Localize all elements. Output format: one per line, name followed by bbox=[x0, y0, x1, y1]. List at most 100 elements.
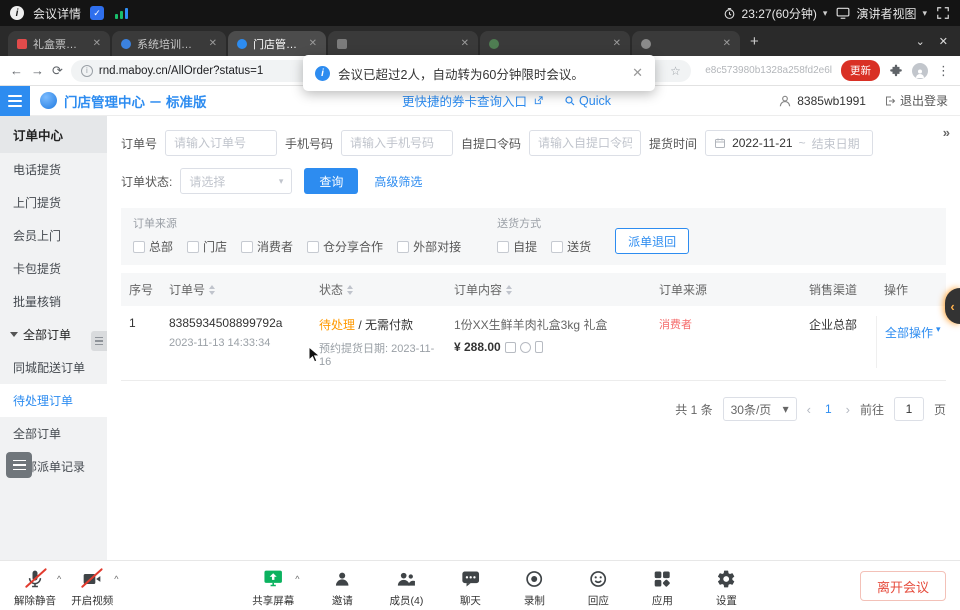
sidebar-item-batch-verify[interactable]: 批量核销 bbox=[0, 285, 107, 318]
timer-caret-icon[interactable]: ▾ bbox=[823, 8, 828, 19]
share-screen-button[interactable]: 共享屏幕 bbox=[252, 567, 294, 608]
checkbox-icon[interactable] bbox=[187, 241, 199, 253]
tab-close-icon[interactable]: ✕ bbox=[309, 38, 317, 49]
date-range-picker[interactable]: 2022-11-21 ~ 结束日期 bbox=[705, 130, 873, 156]
sort-icon[interactable] bbox=[506, 285, 512, 295]
checkbox-icon[interactable] bbox=[551, 241, 563, 253]
logout-button[interactable]: 退出登录 bbox=[884, 92, 948, 109]
invite-button[interactable]: 邀请 bbox=[321, 567, 363, 608]
checkbox-icon[interactable] bbox=[397, 241, 409, 253]
browser-tab[interactable]: ✕ bbox=[480, 31, 630, 56]
checkbox-external[interactable]: 外部对接 bbox=[397, 238, 461, 255]
checkbox-warehouse-share[interactable]: 仓分享合作 bbox=[307, 238, 383, 255]
sort-icon[interactable] bbox=[209, 285, 215, 295]
checkbox-self-pickup[interactable]: 自提 bbox=[497, 238, 537, 255]
prev-page-icon[interactable]: ‹ bbox=[807, 402, 811, 417]
tab-close-icon[interactable]: ✕ bbox=[209, 38, 217, 49]
browser-tab[interactable]: 礼盒票券平台管理中心 ✕ bbox=[8, 31, 110, 56]
video-options-caret-icon[interactable]: ^ bbox=[114, 574, 118, 584]
tab-close-icon[interactable]: ✕ bbox=[613, 38, 621, 49]
checkbox-icon[interactable] bbox=[497, 241, 509, 253]
view-caret-icon[interactable]: ▾ bbox=[922, 8, 927, 19]
tab-close-icon[interactable]: ✕ bbox=[93, 38, 101, 49]
chat-button[interactable]: 聊天 bbox=[449, 567, 491, 608]
window-minimize-icon[interactable]: ⌄ bbox=[916, 35, 925, 48]
sidebar-subitem-all-orders[interactable]: 全部订单 bbox=[0, 417, 107, 450]
chrome-update-button[interactable]: 更新 bbox=[841, 60, 880, 81]
sidebar-list-button[interactable] bbox=[6, 452, 32, 478]
checkbox-delivery[interactable]: 送货 bbox=[551, 238, 591, 255]
site-info-icon[interactable]: i bbox=[81, 65, 93, 77]
order-status-select[interactable]: 请选择 ▾ bbox=[180, 168, 292, 194]
bookmark-star-icon[interactable]: ☆ bbox=[670, 64, 681, 78]
checkbox-icon[interactable] bbox=[133, 241, 145, 253]
order-no-input[interactable] bbox=[165, 130, 277, 156]
tab-close-icon[interactable]: ✕ bbox=[723, 38, 731, 49]
sidebar-item-member-visit[interactable]: 会员上门 bbox=[0, 219, 107, 252]
browser-profile-avatar[interactable] bbox=[912, 63, 928, 79]
page-size-select[interactable]: 30条/页 ▾ bbox=[723, 397, 797, 421]
code-input[interactable] bbox=[529, 130, 641, 156]
checkbox-store[interactable]: 门店 bbox=[187, 238, 227, 255]
current-page[interactable]: 1 bbox=[821, 402, 836, 416]
checkbox-icon[interactable] bbox=[307, 241, 319, 253]
meeting-timer[interactable]: 23:27(60分钟) ▾ bbox=[723, 5, 828, 22]
fullscreen-icon[interactable] bbox=[936, 6, 950, 20]
back-icon[interactable]: ← bbox=[10, 63, 23, 78]
goto-page-input[interactable] bbox=[894, 397, 924, 421]
members-button[interactable]: 成员(4) bbox=[385, 567, 427, 608]
unmute-button[interactable]: 解除静音 bbox=[14, 567, 56, 608]
all-actions-dropdown[interactable]: 全部操作 bbox=[885, 324, 933, 341]
tab-close-icon[interactable]: ✕ bbox=[461, 38, 469, 49]
emoji-icon[interactable] bbox=[520, 342, 531, 353]
extensions-puzzle-icon[interactable] bbox=[889, 64, 903, 78]
checkbox-hq[interactable]: 总部 bbox=[133, 238, 173, 255]
leave-meeting-button[interactable]: 离开会议 bbox=[860, 571, 946, 601]
phone-input[interactable] bbox=[341, 130, 453, 156]
panel-collapse-icon[interactable]: » bbox=[943, 125, 950, 140]
user-account[interactable]: 8385wb1991 bbox=[778, 94, 866, 108]
checkbox-icon[interactable] bbox=[241, 241, 253, 253]
browser-tab[interactable]: ✕ bbox=[328, 31, 478, 56]
quick-entry-link[interactable]: 更快捷的券卡查询入口 bbox=[402, 91, 527, 110]
col-order-no[interactable]: 订单号 bbox=[161, 281, 311, 298]
settings-button[interactable]: 设置 bbox=[705, 567, 747, 608]
next-page-icon[interactable]: › bbox=[846, 402, 850, 417]
network-signal-icon[interactable] bbox=[115, 7, 128, 19]
meeting-info-icon[interactable]: i bbox=[10, 6, 24, 20]
quick-search-link[interactable]: Quick bbox=[564, 94, 611, 108]
dispatch-return-button[interactable]: 派单退回 bbox=[615, 228, 689, 254]
browser-tab[interactable]: 系统培训学习 ✕ bbox=[112, 31, 226, 56]
table-row[interactable]: 1 8385934508899792a 2023-11-13 14:33:34 … bbox=[121, 306, 946, 381]
device-icon[interactable] bbox=[535, 341, 543, 353]
hamburger-menu-button[interactable] bbox=[0, 86, 30, 116]
forward-icon[interactable]: → bbox=[31, 63, 44, 78]
view-switcher[interactable]: 演讲者视图 ▾ bbox=[836, 5, 927, 22]
cell-action[interactable]: 全部操作 ▾ bbox=[876, 316, 946, 368]
checkbox-consumer[interactable]: 消费者 bbox=[241, 238, 293, 255]
search-button[interactable]: 查询 bbox=[304, 168, 358, 194]
sidebar-subitem-city-delivery[interactable]: 同城配送订单 bbox=[0, 351, 107, 384]
browser-menu-icon[interactable]: ⋮ bbox=[937, 63, 950, 79]
meeting-details-label[interactable]: 会议详情 bbox=[33, 5, 81, 22]
sidebar-collapse-handle[interactable] bbox=[91, 331, 107, 351]
col-status[interactable]: 状态 bbox=[311, 281, 446, 298]
sidebar-item-card-pickup[interactable]: 卡包提货 bbox=[0, 252, 107, 285]
note-icon[interactable] bbox=[505, 342, 516, 353]
col-content[interactable]: 订单内容 bbox=[446, 281, 651, 298]
sidebar-subitem-pending-orders[interactable]: 待处理订单 bbox=[0, 384, 107, 417]
reload-icon[interactable]: ⟳ bbox=[52, 63, 63, 79]
external-link-icon[interactable] bbox=[533, 95, 544, 106]
record-button[interactable]: 录制 bbox=[513, 567, 555, 608]
start-video-button[interactable]: 开启视频 bbox=[71, 567, 113, 608]
browser-tab[interactable]: ✕ bbox=[632, 31, 740, 56]
mic-options-caret-icon[interactable]: ^ bbox=[57, 574, 61, 584]
advanced-filter-link[interactable]: 高级筛选 bbox=[374, 173, 422, 190]
reactions-button[interactable]: 回应 bbox=[577, 567, 619, 608]
sidebar-item-phone-pickup[interactable]: 电话提货 bbox=[0, 153, 107, 186]
toast-close-icon[interactable]: ✕ bbox=[632, 65, 643, 81]
apps-button[interactable]: 应用 bbox=[641, 567, 683, 608]
security-shield-icon[interactable]: ✓ bbox=[90, 6, 104, 20]
browser-tab-active[interactable]: 门店管理中心 ✕ bbox=[228, 31, 326, 56]
share-options-caret-icon[interactable]: ^ bbox=[295, 574, 299, 584]
